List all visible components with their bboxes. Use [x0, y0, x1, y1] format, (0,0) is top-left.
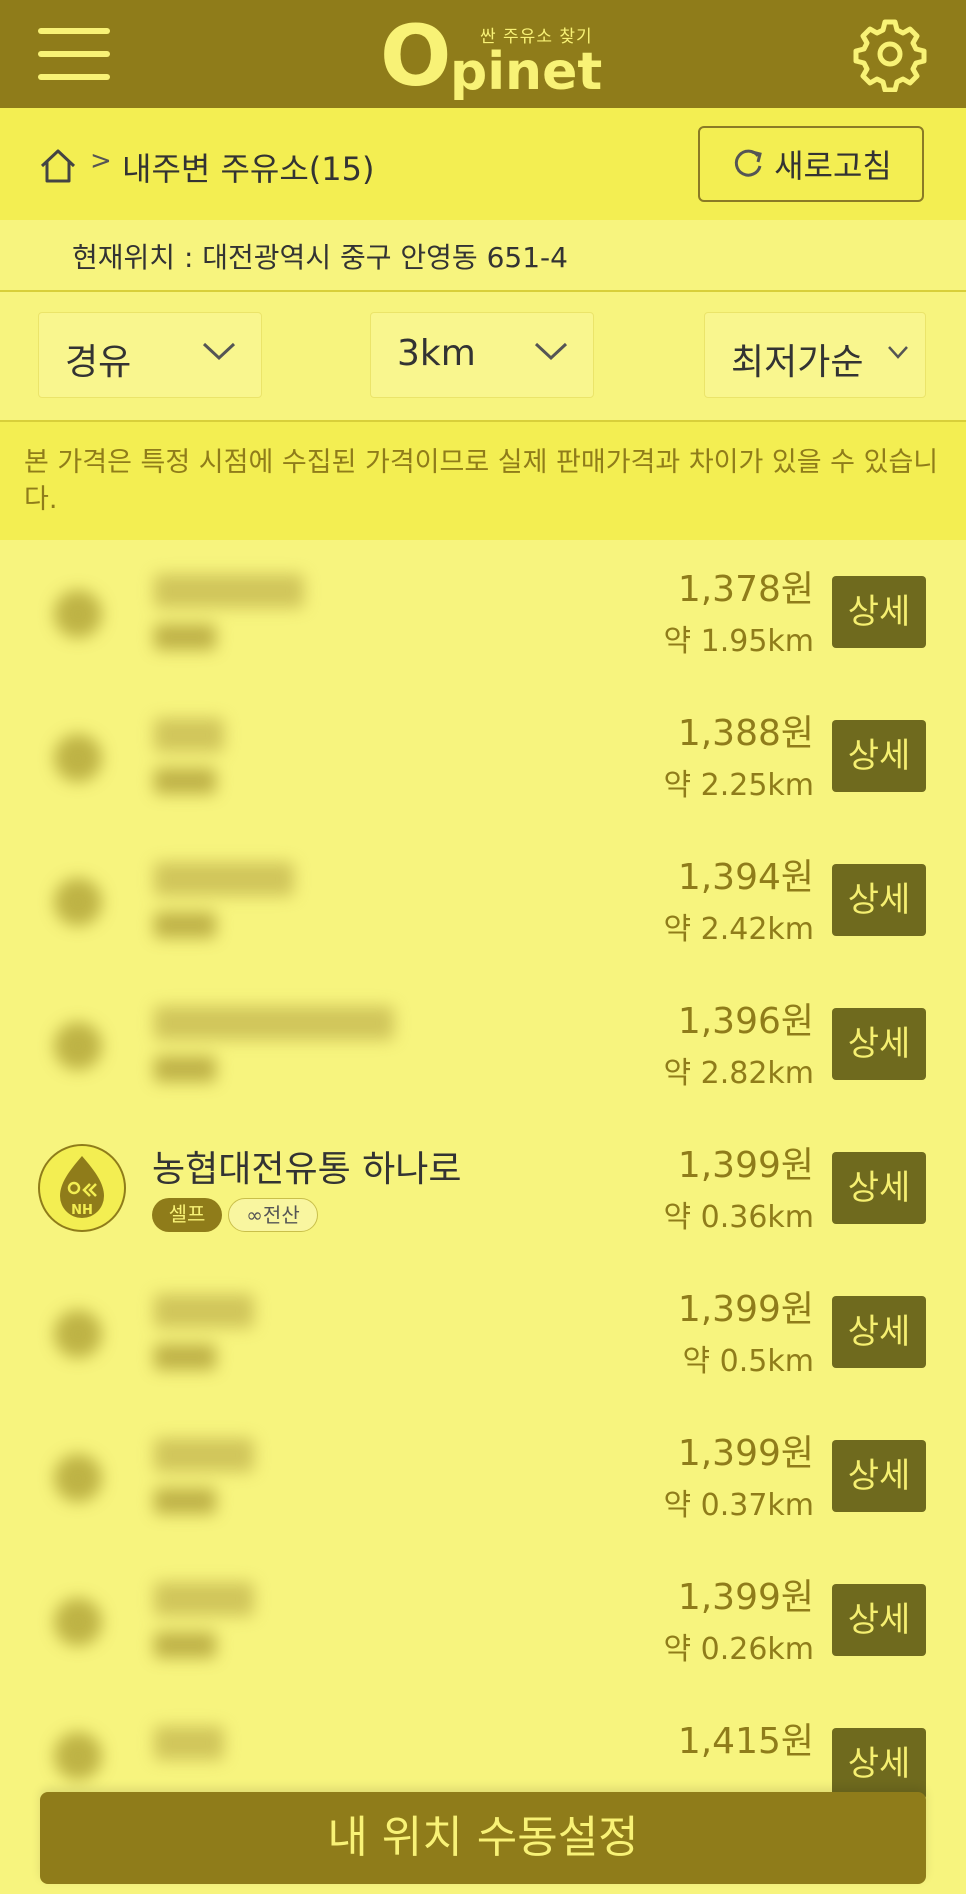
station-row[interactable]: 1,399원 약 0.26km 상세	[0, 1548, 966, 1694]
blurred-station-info	[24, 684, 470, 828]
hamburger-menu-icon[interactable]	[38, 28, 110, 80]
detail-button[interactable]: 상세	[832, 1584, 926, 1656]
logo-letter-o: O	[380, 7, 452, 105]
station-price: 1,399원	[677, 1577, 814, 1618]
opinet-logo: 싼 주유소 찾기 O pinet	[380, 7, 603, 105]
nh-brand-logo: NH	[38, 1144, 126, 1232]
card-system-label: 전산	[262, 1203, 300, 1227]
station-price: 1,399원	[677, 1145, 814, 1186]
detail-button[interactable]: 상세	[832, 1296, 926, 1368]
refresh-label: 새로고침	[774, 147, 892, 185]
station-distance: 약 0.5km	[682, 1344, 814, 1379]
station-price: 1,396원	[677, 1001, 814, 1042]
blurred-station-info	[24, 1260, 470, 1404]
manual-location-button[interactable]: 내 위치 수동설정	[40, 1792, 926, 1884]
station-distance: 약 1.95km	[663, 624, 814, 659]
detail-button[interactable]: 상세	[832, 720, 926, 792]
logo-wordmark: pinet	[450, 42, 603, 102]
filter-bar: 경유 3km 최저가순	[0, 292, 966, 422]
chevron-down-icon	[888, 346, 908, 359]
station-row[interactable]: 1,388원 약 2.25km 상세	[0, 684, 966, 830]
radius-select[interactable]: 3km	[370, 312, 594, 398]
station-distance: 약 0.37km	[663, 1488, 814, 1523]
price-notice: 본 가격은 특정 시점에 수집된 가격이므로 실제 판매가격과 차이가 있을 수…	[0, 422, 966, 540]
station-distance: 약 2.82km	[663, 1056, 814, 1091]
station-row[interactable]: 1,378원 약 1.95km 상세	[0, 540, 966, 686]
radius-value: 3km	[397, 333, 476, 374]
station-row[interactable]: 1,399원 약 0.5km 상세	[0, 1260, 966, 1406]
page-title: 내주변 주유소(15)	[122, 150, 375, 188]
sort-value: 최저가순	[731, 342, 864, 383]
refresh-icon	[734, 149, 762, 177]
sort-select[interactable]: 최저가순	[704, 312, 926, 398]
refresh-button[interactable]: 새로고침	[698, 126, 924, 202]
station-distance: 약 2.25km	[663, 768, 814, 803]
blurred-station-info	[24, 1692, 470, 1792]
detail-button[interactable]: 상세	[832, 576, 926, 648]
station-distance: 약 0.36km	[663, 1200, 814, 1235]
station-row[interactable]: 1,396원 약 2.82km 상세	[0, 972, 966, 1118]
station-price: 1,399원	[677, 1433, 814, 1474]
self-service-badge: 셀프	[152, 1198, 222, 1232]
blurred-station-info	[24, 540, 470, 684]
station-row[interactable]: 1,399원 약 0.37km 상세	[0, 1404, 966, 1550]
fuel-type-select[interactable]: 경유	[38, 312, 262, 398]
blurred-station-info	[24, 1548, 470, 1692]
station-distance: 약 2.42km	[663, 912, 814, 947]
station-distance: 약 0.26km	[663, 1632, 814, 1667]
fuel-type-value: 경유	[65, 342, 132, 383]
blurred-station-info	[24, 972, 470, 1116]
current-location-text: 현재위치 : 대전광역시 중구 안영동 651-4	[72, 241, 568, 274]
station-row[interactable]: 1,394원 약 2.42km 상세	[0, 828, 966, 974]
station-price: 1,378원	[677, 569, 814, 610]
blurred-station-info	[24, 1404, 470, 1548]
detail-button[interactable]: 상세	[832, 1152, 926, 1224]
detail-button[interactable]: 상세	[832, 1440, 926, 1512]
home-icon[interactable]	[38, 146, 78, 186]
detail-button[interactable]: 상세	[832, 864, 926, 936]
blurred-station-info	[24, 828, 470, 972]
station-price: 1,399원	[677, 1289, 814, 1330]
station-price: 1,394원	[677, 857, 814, 898]
breadcrumb-bar: > 내주변 주유소(15) 새로고침	[0, 108, 966, 222]
chevron-down-icon	[534, 342, 568, 361]
station-price: 1,388원	[677, 713, 814, 754]
price-notice-text: 본 가격은 특정 시점에 수집된 가격이므로 실제 판매가격과 차이가 있을 수…	[24, 447, 939, 515]
nh-logo-text: NH	[71, 1203, 93, 1218]
detail-button[interactable]: 상세	[832, 1728, 926, 1800]
station-row[interactable]: NH 농협대전유통 하나로 셀프 ∞전산 1,399원 약 0.36km 상세	[0, 1116, 966, 1262]
current-location-bar: 현재위치 : 대전광역시 중구 안영동 651-4	[0, 220, 966, 292]
chevron-down-icon	[202, 342, 236, 361]
chevron-right-icon: >	[90, 146, 112, 176]
detail-button[interactable]: 상세	[832, 1008, 926, 1080]
settings-gear-icon[interactable]	[852, 16, 928, 93]
infinity-icon: ∞	[246, 1203, 263, 1227]
station-name: 농협대전유통 하나로	[152, 1149, 462, 1190]
card-system-badge: ∞전산	[228, 1198, 318, 1232]
app-header: 싼 주유소 찾기 O pinet	[0, 0, 966, 108]
station-price: 1,415원	[677, 1721, 814, 1762]
